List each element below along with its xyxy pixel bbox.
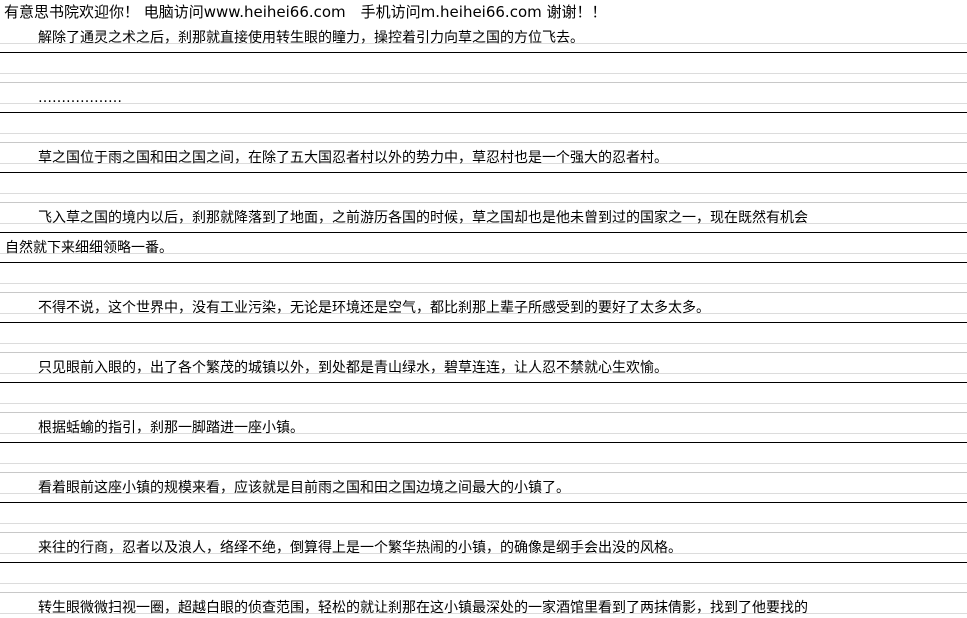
text-line-10: 来往的行商，忍者以及浪人，络绎不绝，倒算得上是一个繁华热闹的小镇，的确像是纲手会… bbox=[0, 533, 967, 563]
text-line-9: 看着眼前这座小镇的规模来看，应该就是目前雨之国和田之国边境之间最大的小镇了。 bbox=[0, 473, 967, 503]
text-line-7: 只见眼前入眼的，出了各个繁茂的城镇以外，到处都是青山绿水，碧草连连，让人忍不禁就… bbox=[0, 353, 967, 383]
text-line-4: 飞入草之国的境内以后，刹那就降落到了地面，之前游历各国的时候，草之国却也是他未曾… bbox=[0, 203, 967, 233]
chapter-text-area: 解除了通灵之术之后，刹那就直接使用转生眼的瞳力，操控着引力向草之国的方位飞去。 … bbox=[0, 23, 967, 618]
site-welcome-banner: 有意思书院欢迎你！ 电脑访问www.heihei66.com 手机访问m.hei… bbox=[4, 3, 607, 21]
text-line-11: 转生眼微微扫视一圈，超越白眼的侦查范围，轻松的就让刹那在这小镇最深处的一家酒馆里… bbox=[0, 593, 967, 618]
text-line-6: 不得不说，这个世界中，没有工业污染，无论是环境还是空气，都比刹那上辈子所感受到的… bbox=[0, 293, 967, 323]
text-line-5: 自然就下来细细领略一番。 bbox=[0, 233, 967, 263]
text-line-1: 解除了通灵之术之后，刹那就直接使用转生眼的瞳力，操控着引力向草之国的方位飞去。 bbox=[0, 23, 967, 53]
text-line-3: 草之国位于雨之国和田之国之间，在除了五大国忍者村以外的势力中，草忍村也是一个强大… bbox=[0, 143, 967, 173]
text-line-8: 根据蛞蝓的指引，刹那一脚踏进一座小镇。 bbox=[0, 413, 967, 443]
text-line-2: ……………… bbox=[0, 83, 967, 113]
